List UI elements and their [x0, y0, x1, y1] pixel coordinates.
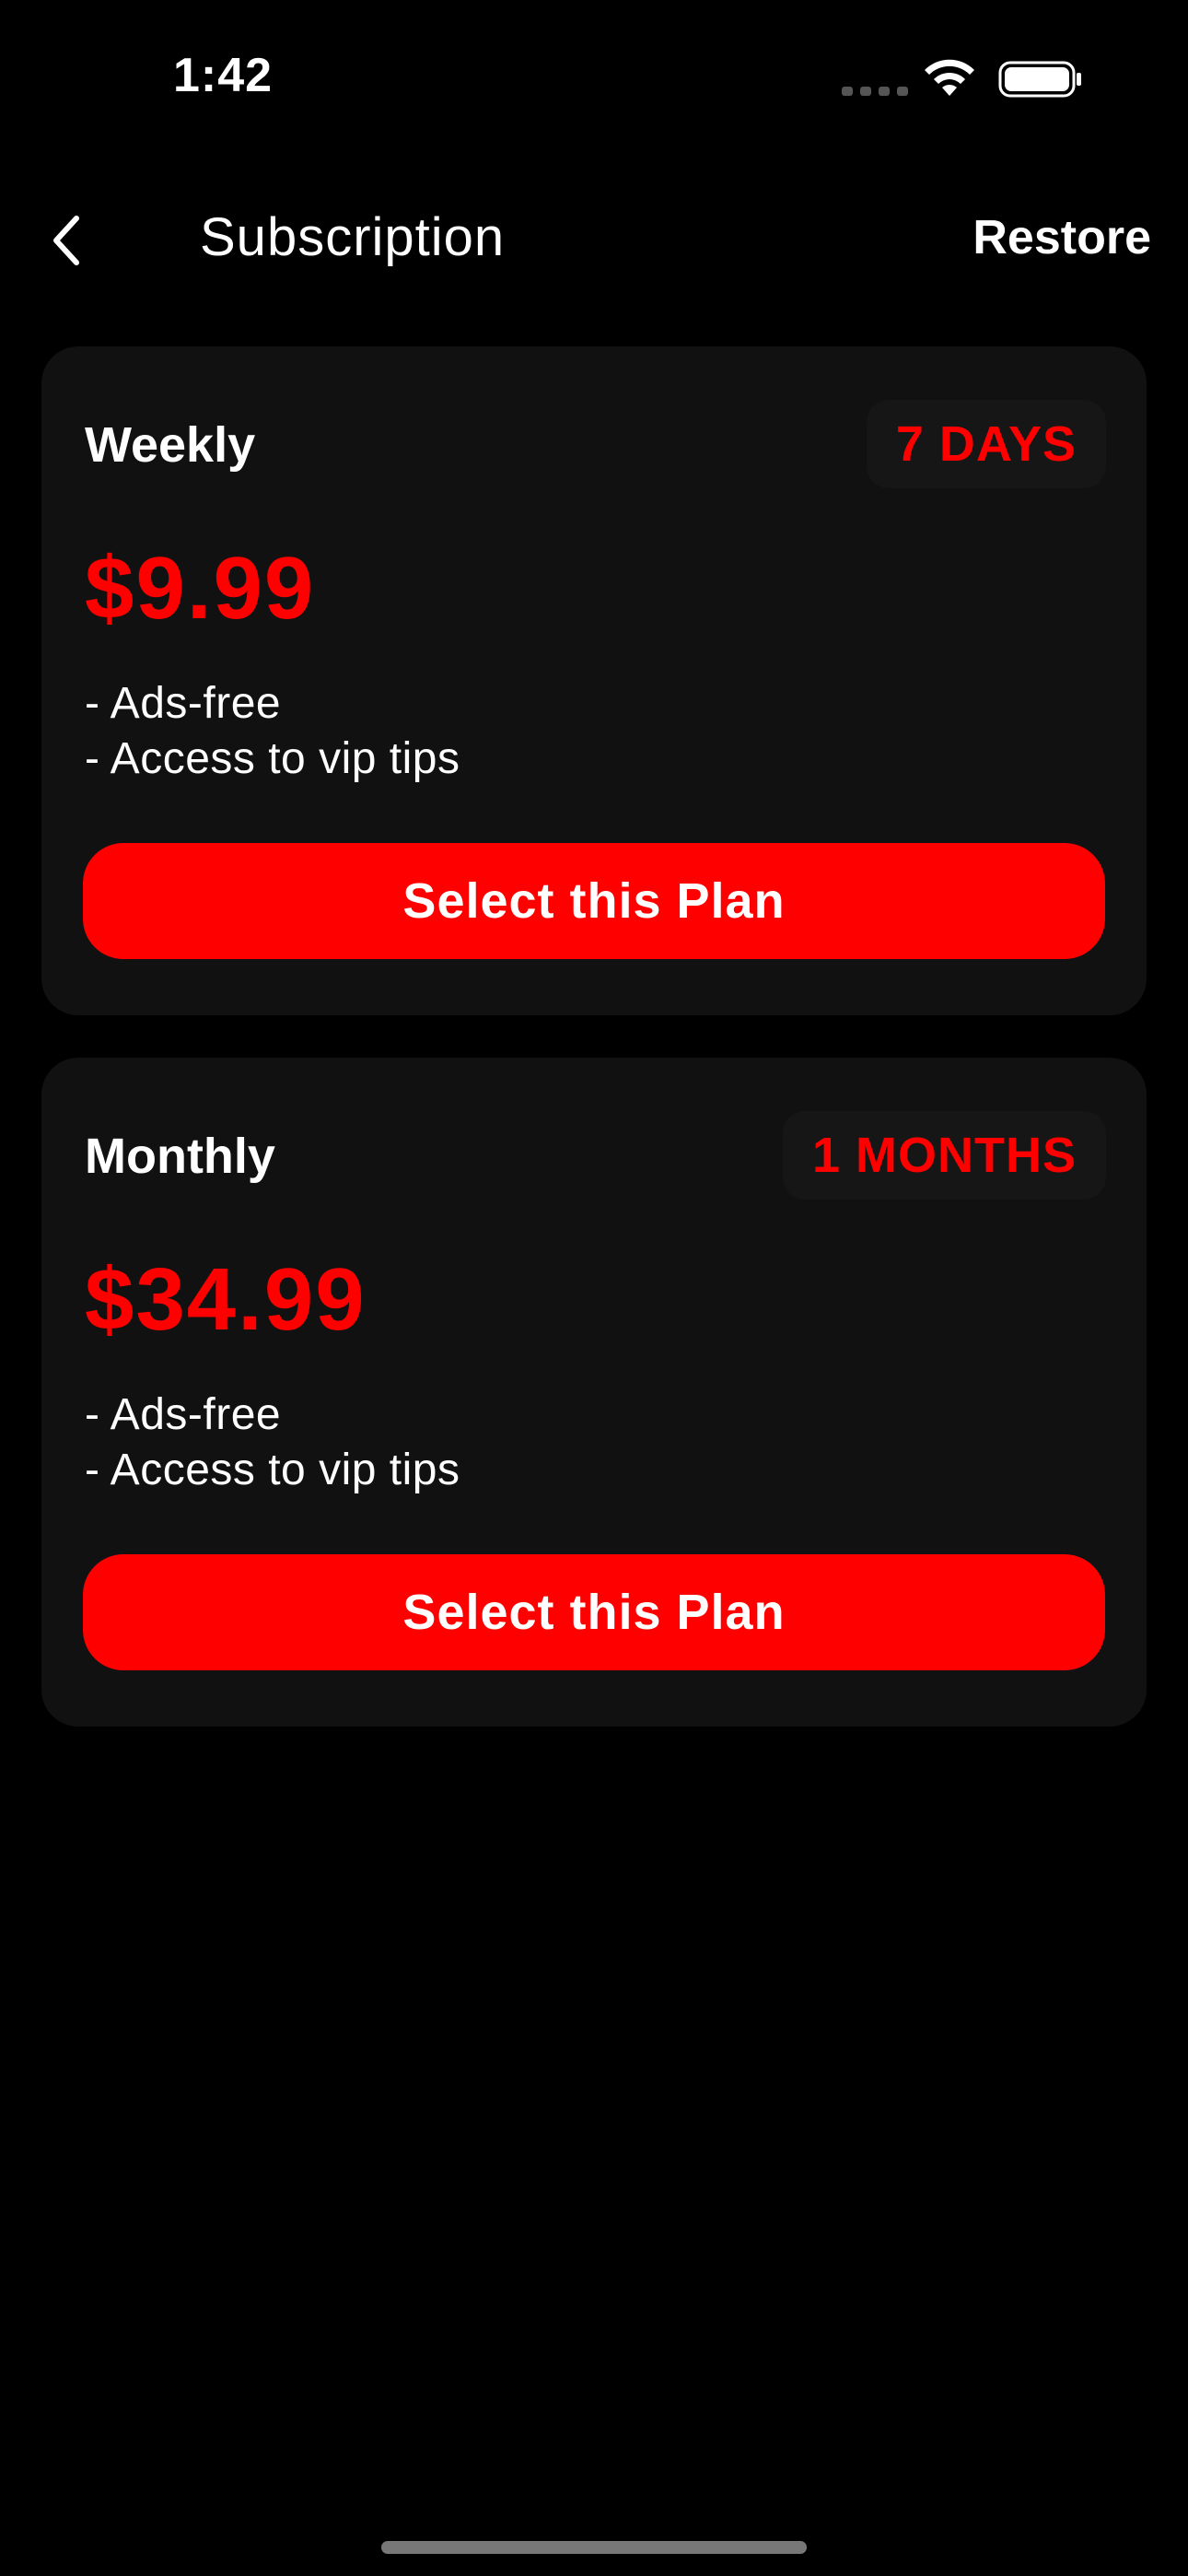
nav-bar: Subscription Restore	[0, 184, 1188, 295]
status-time: 1:42	[173, 49, 274, 102]
plan-name: Monthly	[85, 1129, 275, 1184]
chevron-left-icon	[53, 216, 79, 265]
cellular-signal-icon	[842, 87, 908, 96]
plan-feature: - Access to vip tips	[85, 1446, 460, 1494]
home-indicator[interactable]	[381, 2541, 807, 2554]
wifi-icon	[925, 59, 974, 96]
restore-button[interactable]: Restore	[973, 210, 1151, 265]
plan-price: $9.99	[85, 539, 316, 638]
plan-duration-badge: 1 MONTHS	[782, 1111, 1106, 1200]
select-plan-button-weekly[interactable]: Select this Plan	[83, 843, 1105, 959]
battery-icon	[998, 61, 1081, 98]
plan-card-monthly: Monthly 1 MONTHS $34.99 - Ads-free - Acc…	[41, 1058, 1147, 1727]
plan-name: Weekly	[85, 417, 256, 473]
back-button[interactable]	[33, 208, 98, 273]
page-title: Subscription	[200, 207, 506, 267]
select-plan-button-monthly[interactable]: Select this Plan	[83, 1554, 1105, 1670]
plan-price: $34.99	[85, 1250, 367, 1349]
plan-duration-badge: 7 DAYS	[866, 400, 1106, 488]
plan-feature: - Ads-free	[85, 1390, 282, 1439]
plan-feature: - Access to vip tips	[85, 734, 460, 783]
plan-card-weekly: Weekly 7 DAYS $9.99 - Ads-free - Access …	[41, 346, 1147, 1015]
plan-features: - Ads-free - Access to vip tips	[85, 1388, 460, 1498]
status-bar: 1:42	[0, 0, 1188, 157]
plan-feature: - Ads-free	[85, 679, 282, 728]
plan-features: - Ads-free - Access to vip tips	[85, 676, 460, 787]
